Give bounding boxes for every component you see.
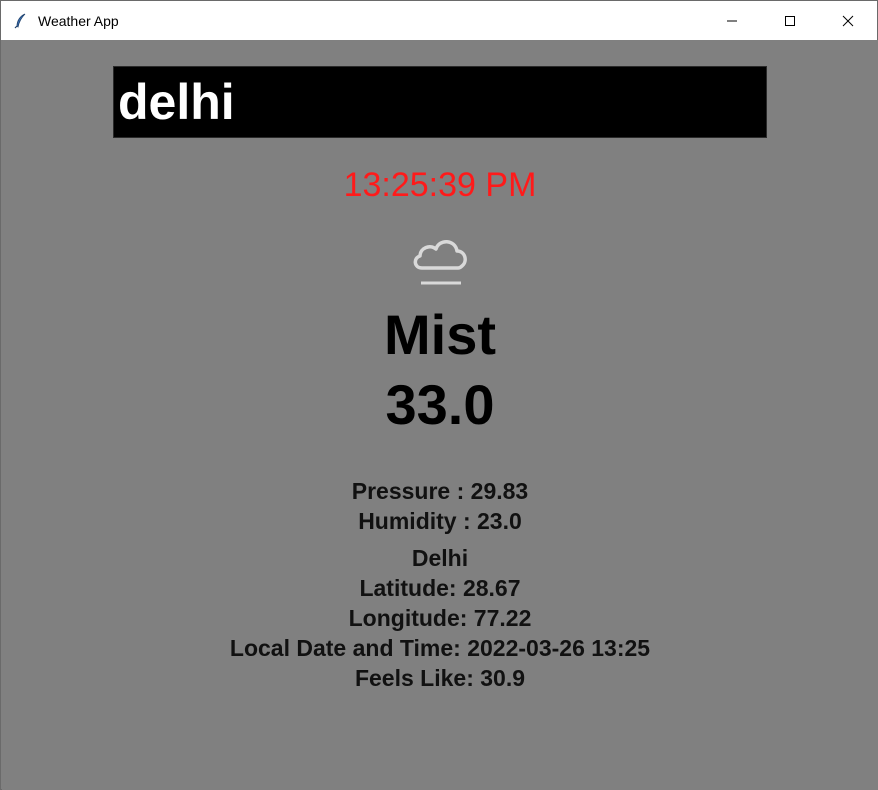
feather-icon: [13, 13, 29, 29]
minimize-icon: [727, 20, 737, 21]
window-controls: [703, 1, 877, 40]
app-window: Weather App 13:25:39 PM: [0, 0, 878, 790]
city-name: Delhi: [411, 545, 469, 571]
temperature: 33.0: [385, 373, 495, 436]
local-datetime-label: Local Date and Time: 2022-03-26 13:25: [229, 635, 651, 661]
mist-cloud-icon: [408, 230, 472, 290]
current-time: 13:25:39 PM: [343, 166, 537, 204]
pressure-label: Pressure : 29.83: [351, 478, 529, 504]
main-content: 13:25:39 PM Mist 33.0 Pressure : 29.83 H…: [2, 40, 878, 790]
humidity-label: Humidity : 23.0: [358, 508, 522, 534]
latitude-label: Latitude: 28.67: [359, 575, 521, 601]
weather-condition: Mist: [384, 303, 496, 366]
title-bar[interactable]: Weather App: [1, 1, 877, 40]
window-title: Weather App: [38, 12, 119, 29]
city-search-input[interactable]: [113, 66, 767, 138]
maximize-button[interactable]: [761, 1, 819, 40]
minimize-button[interactable]: [703, 1, 761, 40]
close-button[interactable]: [819, 1, 877, 40]
longitude-label: Longitude: 77.22: [348, 605, 532, 631]
weather-details: Pressure : 29.83 Humidity : 23.0: [2, 476, 878, 536]
close-icon: [842, 15, 854, 26]
maximize-icon: [785, 15, 795, 26]
location-details: Delhi Latitude: 28.67 Longitude: 77.22 L…: [2, 543, 878, 693]
feels-like-label: Feels Like: 30.9: [354, 665, 526, 691]
